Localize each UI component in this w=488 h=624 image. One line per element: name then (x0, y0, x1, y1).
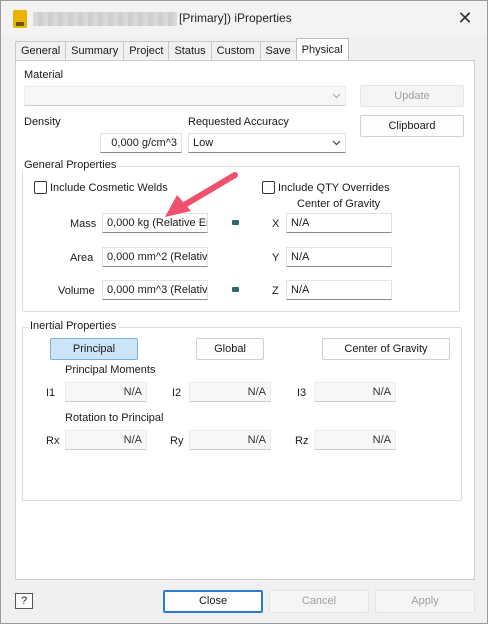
i2-label: I2 (172, 387, 182, 399)
i2-field[interactable]: N/A (189, 382, 271, 402)
rx-field[interactable]: N/A (65, 430, 147, 450)
principal-button[interactable]: Principal (50, 338, 138, 360)
dropdown-chevron-icon (332, 140, 341, 146)
cog-y-label: Y (272, 252, 280, 264)
annotation-arrow (165, 172, 238, 217)
ry-label: Ry (170, 435, 184, 447)
cog-z-label: Z (272, 285, 279, 297)
cosmetic-welds-checkbox[interactable] (34, 181, 47, 194)
ry-field[interactable]: N/A (189, 430, 271, 450)
tab-summary[interactable]: Summary (65, 41, 125, 61)
i3-label: I3 (297, 387, 307, 399)
cancel-button[interactable]: Cancel (269, 590, 369, 613)
cog-z-field[interactable]: N/A (286, 280, 392, 300)
apply-button[interactable]: Apply (375, 590, 475, 613)
principal-moments-label: Principal Moments (65, 364, 156, 376)
tab-custom[interactable]: Custom (210, 41, 261, 61)
area-label: Area (70, 252, 94, 264)
volume-label: Volume (58, 285, 95, 297)
title-bar: [Primary]) iProperties ✕ (1, 1, 487, 37)
tab-save[interactable]: Save (259, 41, 297, 61)
i1-field[interactable]: N/A (65, 382, 147, 402)
clipboard-button[interactable]: Clipboard (360, 115, 464, 137)
area-field[interactable]: 0,000 mm^2 (Relative (102, 247, 208, 267)
tab-status[interactable]: Status (168, 41, 212, 61)
material-select[interactable] (24, 86, 346, 106)
i1-label: I1 (46, 387, 56, 399)
density-label: Density (24, 116, 61, 128)
app-icon (13, 10, 27, 28)
tab-project[interactable]: Project (123, 41, 170, 61)
accuracy-label: Requested Accuracy (188, 116, 289, 128)
tab-general[interactable]: General (15, 41, 67, 61)
dropdown-chevron-icon (332, 93, 341, 99)
qty-overrides-checkbox[interactable] (262, 181, 275, 194)
density-field[interactable]: 0,000 g/cm^3 (100, 133, 182, 153)
rz-field[interactable]: N/A (314, 430, 396, 450)
help-icon[interactable]: ? (15, 593, 33, 609)
cog-y-field[interactable]: N/A (286, 247, 392, 267)
center-of-gravity-caption: Center of Gravity (297, 198, 381, 210)
volume-indicator-icon[interactable] (232, 287, 239, 292)
close-button[interactable]: Close (163, 590, 263, 613)
mass-label: Mass (70, 218, 97, 230)
global-button[interactable]: Global (196, 338, 264, 360)
rotation-to-principal-label: Rotation to Principal (65, 412, 164, 424)
physical-panel: Material Update Density 0,000 g/cm^3 Req… (15, 60, 475, 580)
i3-field[interactable]: N/A (314, 382, 396, 402)
accuracy-select[interactable]: Low (188, 133, 346, 153)
center-of-gravity-button[interactable]: Center of Gravity (322, 338, 450, 360)
qty-overrides-label: Include QTY Overrides (278, 182, 390, 194)
tab-physical[interactable]: Physical (295, 38, 349, 61)
material-label: Material (24, 69, 64, 81)
rx-label: Rx (46, 435, 60, 447)
cog-x-field[interactable]: N/A (286, 213, 392, 233)
redacted-filename (33, 12, 177, 26)
general-properties-caption: General Properties (22, 159, 119, 171)
close-icon[interactable]: ✕ (453, 7, 477, 29)
rz-label: Rz (295, 435, 309, 447)
inertial-properties-caption: Inertial Properties (28, 320, 119, 332)
volume-field[interactable]: 0,000 mm^3 (Relativ (102, 280, 208, 300)
cog-x-label: X (272, 218, 280, 230)
window-title: [Primary]) iProperties (179, 11, 292, 25)
accuracy-value: Low (193, 137, 214, 149)
iproperties-dialog: [Primary]) iProperties ✕ General Summary… (0, 0, 488, 624)
tab-strip: General Summary Project Status Custom Sa… (15, 38, 349, 61)
update-button[interactable]: Update (360, 85, 464, 107)
